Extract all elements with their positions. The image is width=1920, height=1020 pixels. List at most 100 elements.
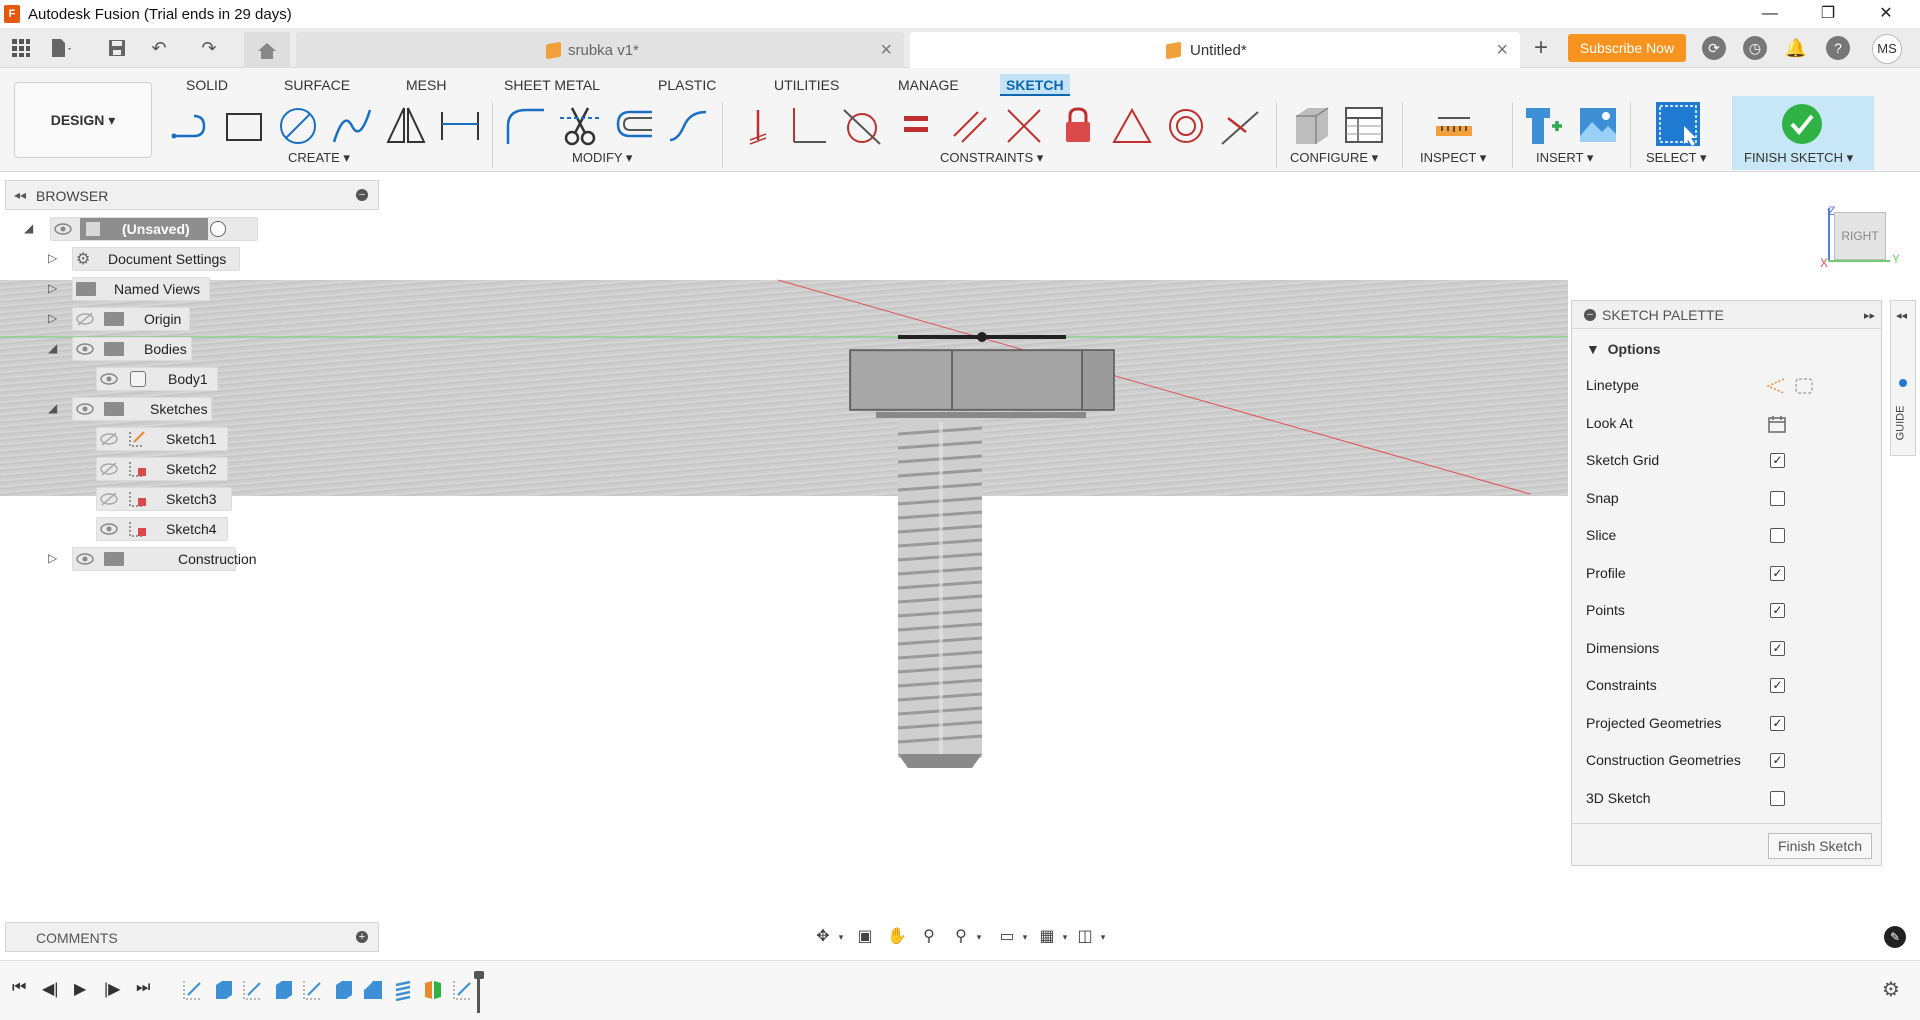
expand-arrow-icon[interactable]: ▷ [48,311,57,325]
tree-item-sketch2[interactable]: Sketch2 [96,457,236,481]
select-window-icon[interactable] [1654,100,1702,148]
tab-surface[interactable]: SURFACE [278,74,356,96]
step-back-icon[interactable]: ◀| [42,979,58,999]
help-icon[interactable]: ? [1826,36,1850,60]
tree-item-named-views[interactable]: ▷ Named Views [48,277,248,301]
restore-button[interactable]: ❐ [1806,2,1850,26]
palette-minimize-icon[interactable]: – [1584,309,1596,321]
tab-srubka[interactable]: srubka v1* × [296,32,904,68]
expand-arrow-icon[interactable]: ▷ [48,281,57,295]
configuration-table-icon[interactable] [1342,104,1386,148]
activate-component-radio-icon[interactable] [210,221,226,237]
new-tab-plus-icon[interactable]: + [1528,35,1554,61]
expand-arrow-icon[interactable]: ◢ [24,221,33,235]
grid-dropdown-icon[interactable]: ▾ [1054,926,1076,948]
save-icon[interactable] [104,35,130,61]
inspect-menu[interactable]: INSPECT ▾ [1420,150,1486,166]
centerline-linetype-icon[interactable] [1794,377,1814,395]
finish-sketch-menu[interactable]: FINISH SKETCH ▾ [1744,150,1853,166]
hidden-eye-icon[interactable] [100,431,118,447]
go-to-end-icon[interactable]: ⏭ [136,979,150,997]
visibility-eye-icon[interactable] [100,521,118,537]
palette-expand-icon[interactable]: ▸▸ [1864,309,1875,322]
timeline-settings-gear-icon[interactable]: ⚙ [1882,977,1900,1002]
offset-tool-icon[interactable] [612,104,656,148]
hidden-eye-icon[interactable] [100,461,118,477]
collapse-browser-icon[interactable]: ◂◂ [14,188,26,202]
assistant-icon[interactable]: ✎ [1884,926,1906,948]
step-forward-icon[interactable]: |▶ [104,979,120,999]
timeline-sketch-icon[interactable] [182,979,204,1001]
zoom-dropdown-icon[interactable]: ▾ [968,926,990,948]
rectangle-tool-icon[interactable] [222,104,266,148]
pan-hand-icon[interactable]: ✋ [886,926,908,948]
tab-untitled[interactable]: Untitled* × [910,32,1520,68]
visibility-eye-icon[interactable] [76,401,94,417]
spline-tool-icon[interactable] [330,104,374,148]
3d-sketch-checkbox[interactable] [1770,791,1785,806]
insert-menu[interactable]: INSERT ▾ [1536,150,1593,166]
visibility-eye-icon[interactable] [54,221,72,237]
collapse-arrow-icon[interactable]: ◢ [48,401,57,415]
circle-tool-icon[interactable] [276,104,320,148]
palette-finish-sketch-button[interactable]: Finish Sketch [1768,833,1872,859]
job-status-clock-icon[interactable]: ◷ [1743,36,1767,60]
close-window-button[interactable]: ✕ [1864,2,1908,26]
expand-arrow-icon[interactable]: ▷ [48,251,57,265]
tree-item-construction[interactable]: ▷ Construction [48,547,257,571]
tree-item-sketch3[interactable]: Sketch3 [96,487,236,511]
timeline-marker[interactable] [474,971,484,1015]
timeline-split-icon[interactable] [422,979,444,1001]
visibility-eye-icon[interactable] [76,551,94,567]
tab-solid[interactable]: SOLID [180,74,234,96]
insert-mcmaster-bolt-icon[interactable] [1522,104,1566,148]
trim-tool-icon[interactable] [558,104,602,148]
mirror-tool-icon[interactable] [384,104,428,148]
user-avatar[interactable]: MS [1872,34,1902,64]
guide-collapse-icon[interactable]: ◂◂ [1896,309,1907,322]
timeline-sketch-icon[interactable] [302,979,324,1001]
dimensions-checkbox[interactable]: ✓ [1770,641,1785,656]
profile-checkbox[interactable]: ✓ [1770,566,1785,581]
go-to-start-icon[interactable]: ⏮ [12,979,26,997]
orbit-dropdown-icon[interactable]: ▾ [830,926,852,948]
tree-root[interactable]: ◢ (Unsaved) [24,217,258,241]
projected-geometries-checkbox[interactable]: ✓ [1770,716,1785,731]
redo-icon[interactable]: ↷ [196,35,222,61]
visibility-eye-icon[interactable] [100,371,118,387]
options-section-header[interactable]: ▼ Options [1586,341,1661,357]
tab-sheet-metal[interactable]: SHEET METAL [498,74,606,96]
browser-minimize-icon[interactable]: – [356,189,368,201]
midpoint-constraint-icon[interactable] [1110,104,1154,148]
extensions-icon[interactable]: ⟳ [1702,36,1726,60]
collinear-constraint-icon[interactable] [1218,104,1262,148]
create-menu[interactable]: CREATE ▾ [288,150,350,166]
modify-menu[interactable]: MODIFY ▾ [572,150,632,166]
timeline-extrude-icon[interactable] [212,979,234,1001]
viewports-dropdown-icon[interactable]: ▾ [1092,926,1114,948]
timeline-sketch-icon[interactable] [242,979,264,1001]
hidden-eye-icon[interactable] [100,491,118,507]
tangent-constraint-icon[interactable] [840,104,884,148]
configure-menu[interactable]: CONFIGURE ▾ [1290,150,1378,166]
snap-checkbox[interactable] [1770,491,1785,506]
data-panel-grid-icon[interactable] [8,35,34,61]
tree-item-document-settings[interactable]: ▷ ⚙ Document Settings [48,247,248,271]
visibility-eye-icon[interactable] [76,341,94,357]
concentric-constraint-icon[interactable] [1164,104,1208,148]
hidden-eye-icon[interactable] [76,311,94,327]
change-parameters-cube-icon[interactable] [1290,104,1334,148]
tree-item-sketches[interactable]: ◢ Sketches [48,397,248,421]
insert-canvas-image-icon[interactable] [1576,104,1620,148]
extend-spline-icon[interactable] [666,104,710,148]
close-tab-srubka-icon[interactable]: × [880,39,892,62]
notifications-bell-icon[interactable]: 🔔 [1784,36,1808,60]
view-cube-right-face[interactable]: RIGHT [1834,212,1886,260]
timeline-extrude-icon[interactable] [332,979,354,1001]
equal-constraint-icon[interactable] [894,104,938,148]
slice-checkbox[interactable] [1770,528,1785,543]
view-cube[interactable]: Z Y X RIGHT [1820,198,1900,272]
constraints-checkbox[interactable]: ✓ [1770,678,1785,693]
tree-item-bodies[interactable]: ◢ Bodies [48,337,248,361]
workspace-switcher-button[interactable]: DESIGN ▾ [14,82,152,158]
